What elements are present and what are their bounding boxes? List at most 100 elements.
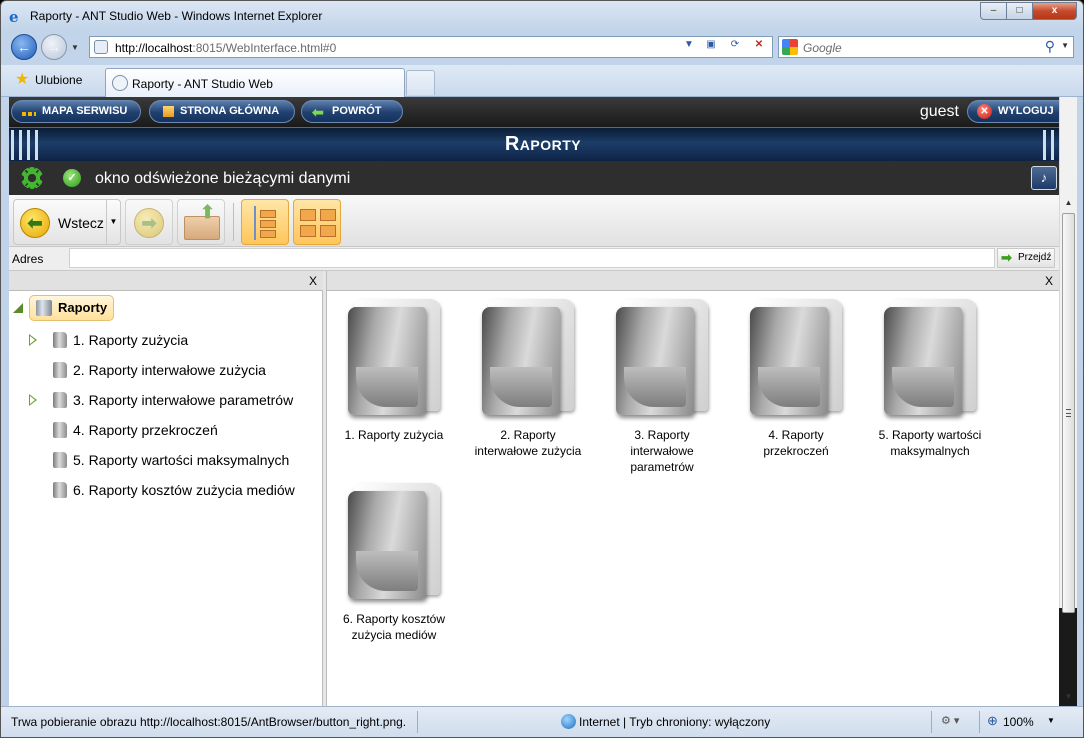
logout-button[interactable]: ✕ WYLOGUJ (967, 100, 1069, 123)
up-arrow-icon: ⬆ (200, 202, 216, 222)
report-icon (53, 332, 67, 348)
sitemap-icon (22, 112, 36, 116)
collapse-icon[interactable] (13, 303, 23, 313)
scroll-down-icon[interactable]: ▼ (1060, 689, 1077, 705)
report-icon (53, 392, 67, 408)
home-icon (163, 106, 174, 117)
zoom-control[interactable]: ⊕ 100% (987, 713, 1034, 729)
home-button[interactable]: STRONA GŁÓWNA (149, 100, 295, 123)
folder-label: 5. Raporty wartości maksymalnych (878, 428, 982, 458)
report-icon (53, 452, 67, 468)
folder-icon (750, 299, 842, 419)
tree-pane-header: X (9, 271, 323, 291)
url-field[interactable]: http://localhost:8015/WebInterface.html#… (89, 36, 773, 58)
report-explorer: ⬅ Wstecz ▼ ➡ ⬆ Adres ➡ Przejdź X X Rapor… (9, 195, 1059, 706)
folder-label: 6. Raporty kosztów zużycia mediów (342, 612, 446, 642)
scroll-up-icon[interactable]: ▲ (1060, 195, 1077, 211)
content-pane-close-button[interactable]: X (1045, 274, 1053, 288)
back-history-dropdown[interactable]: ▼ (106, 200, 120, 244)
search-dropdown-icon[interactable]: ▼ (1061, 41, 1069, 50)
report-icon (53, 482, 67, 498)
google-icon (782, 39, 798, 55)
search-placeholder: Google (803, 41, 842, 55)
status-divider (979, 711, 980, 733)
favorites-button[interactable]: ★ Ulubione (11, 70, 82, 92)
tab-page-icon (112, 75, 128, 91)
report-icon (53, 422, 67, 438)
back-arrow-icon: ⬅ (20, 208, 50, 238)
folder-grid: 1. Raporty zużycia 2. Raporty interwałowe… (327, 291, 1059, 706)
loading-status: Trwa pobieranie obrazu http://localhost:… (11, 715, 407, 729)
folder-item[interactable]: 4. Raporty przekroczeń (733, 299, 859, 459)
folder-up-button[interactable]: ⬆ (177, 199, 225, 245)
back-label: Wstecz (58, 215, 104, 231)
browser-forward-button[interactable]: → (41, 34, 67, 60)
tab-raporty[interactable]: Raporty - ANT Studio Web (105, 68, 405, 97)
folder-icon (884, 299, 976, 419)
maximize-button[interactable]: □ (1006, 2, 1033, 20)
stop-icon[interactable]: ✕ (750, 39, 768, 55)
refresh-icon[interactable]: ⟳ (726, 39, 744, 55)
site-map-button[interactable]: MAPA SERWISU (11, 100, 141, 123)
folder-label: 4. Raporty przekroczeń (763, 428, 829, 458)
zoom-icon: ⊕ (987, 713, 998, 728)
scrollbar-thumb[interactable] (1062, 213, 1075, 613)
security-zone[interactable]: Internet | Tryb chroniony: wyłączony (561, 714, 770, 729)
navigation-bar: ← → ▼ http://localhost:8015/WebInterface… (1, 31, 1083, 65)
page-scrollbar[interactable]: ▲ ▼ (1059, 97, 1077, 701)
explorer-back-button[interactable]: ⬅ Wstecz ▼ (13, 199, 121, 245)
new-tab-button[interactable] (406, 70, 435, 95)
explorer-toolbar: ⬅ Wstecz ▼ ➡ ⬆ (9, 195, 1059, 247)
settings-gear-icon[interactable] (21, 167, 43, 189)
star-icon: ★ (15, 71, 30, 88)
address-input[interactable] (69, 248, 995, 268)
url-dropdown-icon[interactable]: ▼ (680, 39, 698, 55)
logout-icon: ✕ (977, 104, 992, 119)
tree-root-label[interactable]: Raporty (29, 295, 115, 321)
expand-icon[interactable] (29, 394, 37, 406)
folder-item[interactable]: 5. Raporty wartości maksymalnych (867, 299, 993, 459)
folder-item[interactable]: 2. Raporty interwałowe zużycia (465, 299, 591, 459)
icons-view-button[interactable] (293, 199, 341, 245)
search-icon[interactable]: ⚲ (1045, 38, 1055, 55)
compatibility-icon[interactable]: ▣ (702, 39, 720, 55)
browser-status-bar: Trwa pobieranie obrazu http://localhost:… (1, 706, 1083, 737)
page-header: Raporty (9, 127, 1077, 161)
folder-icon (482, 299, 574, 419)
folder-icon (348, 299, 440, 419)
folder-label: 3. Raporty interwałowe parametrów (630, 428, 694, 474)
toolbar-separator (233, 203, 234, 241)
folder-item[interactable]: 6. Raporty kosztów zużycia mediów (331, 483, 457, 643)
status-divider (931, 711, 932, 733)
expand-icon[interactable] (29, 334, 37, 346)
check-icon: ✓ (63, 169, 81, 187)
tree-pane-close-button[interactable]: X (309, 274, 317, 288)
page-icon (94, 40, 108, 54)
app-status-bar: ✓ okno odświeżone bieżącymi danymi ♪ (9, 161, 1077, 195)
sound-icon[interactable]: ♪ (1031, 166, 1057, 190)
server-icon (36, 300, 52, 316)
window-controls: – □ x (980, 2, 1077, 20)
tree-view-button[interactable] (241, 199, 289, 245)
ie-logo-icon: e (9, 8, 19, 26)
protected-mode-icon[interactable]: ⚙ ▾ (941, 714, 975, 730)
content-pane-header: X (327, 271, 1059, 291)
explorer-forward-button[interactable]: ➡ (125, 199, 173, 245)
browser-back-button[interactable]: ← (11, 34, 37, 60)
folder-item[interactable]: 3. Raporty interwałowe parametrów (599, 299, 725, 475)
icons-view-icon (300, 209, 336, 237)
page-title: Raporty (504, 133, 582, 155)
close-button[interactable]: x (1032, 2, 1077, 20)
url-text: http://localhost:8015/WebInterface.html#… (115, 41, 337, 55)
tree-pane: Raporty 1. Raporty zużycia 2. Raporty in… (9, 291, 323, 706)
folder-icon (348, 483, 440, 603)
zoom-dropdown-icon[interactable]: ▼ (1047, 716, 1055, 725)
folder-icon (616, 299, 708, 419)
folder-item[interactable]: 1. Raporty zużycia (331, 299, 457, 443)
minimize-button[interactable]: – (980, 2, 1007, 20)
history-dropdown-icon[interactable]: ▼ (71, 43, 79, 52)
go-button[interactable]: ➡ Przejdź (997, 248, 1055, 268)
back-nav-button[interactable]: ⬅ POWRÓT (301, 100, 403, 123)
go-arrow-icon: ➡ (1001, 250, 1012, 265)
search-field[interactable]: Google ⚲ ▼ (778, 36, 1074, 58)
